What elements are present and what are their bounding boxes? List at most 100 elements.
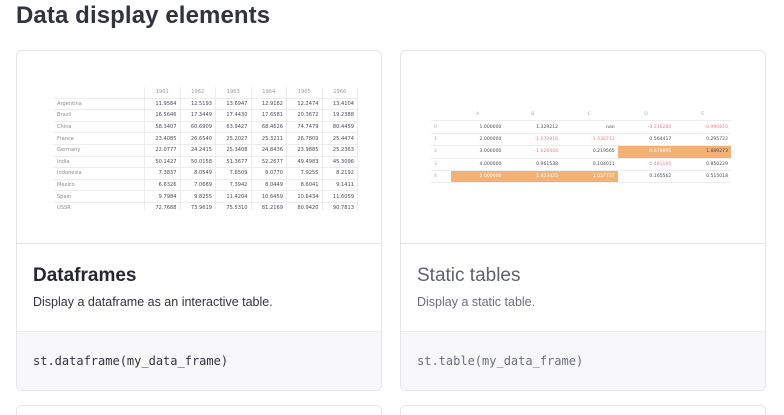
- cell: 3.000000: [451, 145, 505, 159]
- cell: 25.2027: [215, 132, 252, 145]
- cell: 7.6509: [215, 167, 252, 180]
- cell: 45.3096: [322, 156, 358, 169]
- cell: 12.5193: [180, 98, 216, 111]
- cell: 24.2415: [180, 144, 216, 157]
- cell: 1.057737: [561, 170, 618, 184]
- row-label: Germany: [54, 144, 145, 157]
- page-title: Data display elements: [16, 2, 271, 29]
- cell: 11.6059: [322, 190, 358, 203]
- cell: 8.0449: [251, 179, 287, 192]
- cell: 0.678805: [617, 145, 675, 159]
- cell: 25.2363: [322, 144, 358, 157]
- table-row: 2 3.000000 -1.626404 0.219565 0.678805 1.8892…: [431, 145, 731, 159]
- cell: 81.2169: [251, 202, 287, 210]
- dataframe-row: India 50.1427 50.0158 51.3677 52.2677 49.4983…: [54, 156, 358, 169]
- static-table-preview-image: A B C D E 0 1.000000 1.329212 nan -0.316280-…: [401, 51, 765, 244]
- cell: 24.8436: [251, 144, 287, 157]
- static-tables-card[interactable]: A B C D E 0 1.000000 1.329212 nan -0.316280-…: [400, 50, 766, 391]
- cell: 19.2388: [322, 109, 358, 122]
- cell: -0.990810: [674, 120, 731, 134]
- column-header: C: [561, 109, 618, 122]
- row-label: India: [54, 156, 145, 169]
- cell: 9.8255: [180, 190, 216, 203]
- cell: 0.295722: [674, 133, 731, 147]
- row-label: France: [54, 132, 145, 145]
- cell: 75.5310: [215, 202, 252, 210]
- dataframes-card[interactable]: 1961 1962 1963 1964 1965 1966 Argentina 1…: [16, 50, 382, 391]
- column-header: 1963: [215, 87, 252, 99]
- code-block: st.dataframe(my_data_frame): [17, 331, 381, 390]
- row-label: Indonesia: [54, 167, 145, 180]
- cell: 0.961538: [504, 158, 562, 171]
- cell: 1.329212: [504, 120, 562, 134]
- dataframe-row: France 23.4085 26.6540 25.2027 25.3211 26.780…: [54, 132, 358, 145]
- cell: 16.5646: [144, 109, 181, 122]
- cell: 6.6326: [144, 179, 181, 192]
- column-header: 1962: [180, 87, 216, 99]
- column-header: 1965: [286, 87, 323, 99]
- dataframe-row: USSR 72.7688 73.9619 75.5310 81.2169 80.9420 9…: [54, 202, 358, 210]
- row-index: 1: [431, 133, 451, 147]
- cell: 11.9584: [144, 98, 181, 111]
- cell: 90.7813: [322, 202, 358, 210]
- card-description: Display a dataframe as an interactive ta…: [33, 295, 273, 309]
- cell: 60.6909: [180, 121, 216, 134]
- cell: 13.6947: [215, 98, 252, 111]
- table-row: 4 5.000000 1.453425 1.057737 0.165562 0.51501…: [431, 170, 731, 184]
- cell: 49.4983: [286, 156, 323, 169]
- cell: -1.626404: [504, 145, 562, 159]
- column-header: 1961: [144, 87, 181, 99]
- cell: 0.515018: [674, 170, 731, 184]
- row-label: USSR: [54, 202, 145, 210]
- cell: 17.4430: [215, 109, 252, 122]
- dataframe-row: Mexico 6.6326 7.0689 7.3942 8.0449 8.6041 9.14…: [54, 179, 358, 192]
- card-title: Dataframes: [33, 265, 137, 286]
- next-card-partial[interactable]: [16, 405, 382, 415]
- mini-dataframe: 1961 1962 1963 1964 1965 1966 Argentina 1…: [54, 87, 358, 210]
- cell: 0.165562: [617, 170, 675, 184]
- row-index: 4: [431, 170, 451, 184]
- cell: 0.850229: [674, 158, 731, 171]
- cell: 12.2474: [286, 98, 323, 111]
- card-title: Static tables: [417, 265, 521, 286]
- cell: 8.0770: [251, 167, 287, 180]
- cell: 7.0689: [180, 179, 216, 192]
- cell: 25.3408: [215, 144, 252, 157]
- cell: 8.0549: [180, 167, 216, 180]
- cell: 10.6459: [251, 190, 287, 203]
- cell: 23.4085: [144, 132, 181, 145]
- dataframe-row: China 58.3407 60.6909 63.9427 68.4626 74.7479…: [54, 121, 358, 134]
- cell: 0.564417: [617, 133, 675, 147]
- cell: 26.6540: [180, 132, 216, 145]
- cell: 20.3672: [286, 109, 323, 122]
- cell: 9.1411: [322, 179, 358, 192]
- table-row: 0 1.000000 1.329212 nan -0.316280 -0.990810: [431, 120, 731, 134]
- cell: 80.4459: [322, 121, 358, 134]
- cell: 25.4474: [322, 132, 358, 145]
- row-label: Brazil: [54, 109, 145, 122]
- cell: 1.453425: [504, 170, 562, 184]
- cell: 5.000000: [451, 170, 505, 184]
- cell: 23.9885: [286, 144, 323, 157]
- cell: 73.9619: [180, 202, 216, 210]
- cell: -1.438713: [561, 133, 618, 147]
- cell: 13.4104: [322, 98, 358, 111]
- cell: 0.104011: [561, 158, 618, 171]
- cell: 51.3677: [215, 156, 252, 169]
- code-snippet: st.dataframe(my_data_frame): [33, 354, 229, 368]
- column-header: B: [504, 109, 562, 122]
- cell: 12.9182: [251, 98, 287, 111]
- dataframe-row: Indonesia 7.3837 8.0549 7.6509 8.0770 7.9255 8…: [54, 167, 358, 180]
- cell: 68.4626: [251, 121, 287, 134]
- column-header: D: [617, 109, 675, 122]
- code-snippet: st.table(my_data_frame): [417, 354, 584, 368]
- row-index: 3: [431, 158, 451, 171]
- cell: 74.7479: [286, 121, 323, 134]
- row-index: 2: [431, 145, 451, 159]
- cell: 17.3449: [180, 109, 216, 122]
- code-block: st.table(my_data_frame): [401, 331, 765, 390]
- cell: -0.316280: [617, 120, 675, 134]
- next-card-partial[interactable]: [400, 405, 766, 415]
- cell: 25.3211: [251, 132, 287, 145]
- cell: 1.889273: [674, 145, 731, 159]
